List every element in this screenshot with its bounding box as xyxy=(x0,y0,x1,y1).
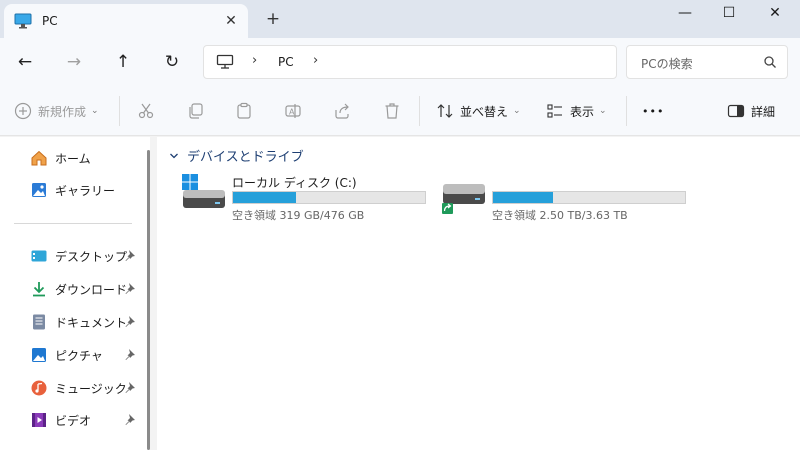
search-placeholder: PCの検索 xyxy=(641,57,693,71)
close-window-button[interactable]: ✕ xyxy=(752,0,798,28)
sidebar-item-label: ギャラリー xyxy=(55,183,116,198)
chevron-down-icon: ⌄ xyxy=(513,106,521,116)
search-box[interactable]: PCの検索 xyxy=(626,45,788,79)
command-bar: 新規作成 ⌄ A 並べ替え ⌄ 表示 ⌄ ••• 詳細 xyxy=(0,86,800,136)
sidebar-item-label: ミュージック xyxy=(55,381,127,396)
windows-drive-icon xyxy=(182,174,225,208)
tab-close-button[interactable]: ✕ xyxy=(220,10,242,32)
sidebar-item-videos[interactable]: ビデオ xyxy=(30,409,142,431)
divider xyxy=(119,96,120,126)
monitor-icon xyxy=(14,13,32,29)
chevron-down-icon xyxy=(170,153,178,158)
desktop-icon xyxy=(31,250,47,262)
view-icon xyxy=(547,104,562,118)
sidebar-item-label: デスクトップ xyxy=(55,249,128,264)
breadcrumb-pc[interactable]: PC xyxy=(278,55,294,69)
drive-free-space: 空き領域 2.50 TB/3.63 TB xyxy=(492,209,628,222)
details-button[interactable]: 詳細 xyxy=(727,101,775,121)
sidebar-item-label: ダウンロード xyxy=(55,282,128,297)
content-pane: デバイスとドライブ ローカル ディスク (C:) 空き領域 319 GB/476… xyxy=(157,137,800,450)
video-icon xyxy=(32,413,46,427)
sidebar-divider xyxy=(14,223,132,224)
sort-button[interactable]: 並べ替え ⌄ xyxy=(436,101,521,121)
document-icon xyxy=(33,314,45,330)
rename-icon[interactable]: A xyxy=(284,101,302,121)
svg-text:A: A xyxy=(289,108,295,117)
title-bar: PC ✕ + — ☐ ✕ xyxy=(0,0,800,38)
sidebar-item-downloads[interactable]: ダウンロード xyxy=(30,278,142,300)
drive-usage-bar xyxy=(492,191,686,204)
pin-icon[interactable] xyxy=(124,249,136,261)
drive-item-2[interactable]: 空き領域 2.50 TB/3.63 TB xyxy=(441,174,691,224)
divider xyxy=(626,96,627,126)
download-icon xyxy=(33,282,45,297)
sidebar-item-music[interactable]: ミュージック xyxy=(30,377,142,399)
pc-icon xyxy=(216,54,234,69)
search-icon xyxy=(764,56,776,68)
drive-free-space: 空き領域 319 GB/476 GB xyxy=(232,209,365,222)
tab-pc[interactable]: PC ✕ xyxy=(4,4,248,38)
hard-drive-icon xyxy=(442,184,485,214)
drive-usage-fill xyxy=(233,192,297,203)
back-button[interactable]: ← xyxy=(13,50,37,74)
pictures-icon xyxy=(32,348,46,362)
minimize-button[interactable]: — xyxy=(662,0,708,28)
sidebar-item-label: ドキュメント xyxy=(55,315,128,330)
sidebar-item-home[interactable]: ホーム xyxy=(30,147,142,169)
drive-usage-bar xyxy=(232,191,426,204)
sidebar-item-documents[interactable]: ドキュメント xyxy=(30,311,142,333)
drive-usage-fill xyxy=(493,192,553,203)
maximize-button[interactable]: ☐ xyxy=(706,0,752,28)
group-header-devices[interactable]: デバイスとドライブ xyxy=(169,146,304,165)
details-pane-icon xyxy=(727,104,745,118)
gallery-icon xyxy=(32,183,46,197)
plus-circle-icon xyxy=(14,102,32,120)
pin-icon[interactable] xyxy=(124,282,136,294)
drive-item-c[interactable]: ローカル ディスク (C:) 空き領域 319 GB/476 GB xyxy=(181,174,431,224)
view-button[interactable]: 表示 ⌄ xyxy=(546,101,607,121)
sidebar-item-gallery[interactable]: ギャラリー xyxy=(30,179,142,201)
refresh-button[interactable]: ↻ xyxy=(160,50,184,74)
sidebar-item-label: ピクチャ xyxy=(55,348,103,363)
new-button[interactable]: 新規作成 ⌄ xyxy=(14,101,99,121)
cut-icon[interactable] xyxy=(137,101,155,121)
pin-icon[interactable] xyxy=(124,413,136,425)
sort-icon xyxy=(437,104,453,118)
navigation-bar: ← → ↑ ↻ › PC › PCの検索 xyxy=(0,38,800,86)
pin-icon[interactable] xyxy=(124,381,136,393)
sidebar-item-desktop[interactable]: デスクトップ xyxy=(30,245,142,267)
breadcrumb-chevron[interactable]: › xyxy=(313,53,318,68)
sidebar-scrollbar[interactable] xyxy=(147,150,150,450)
breadcrumb-chevron[interactable]: › xyxy=(252,53,257,68)
view-label: 表示 xyxy=(570,104,595,119)
delete-icon[interactable] xyxy=(383,101,401,121)
divider xyxy=(419,96,420,126)
pin-icon[interactable] xyxy=(124,348,136,360)
home-icon xyxy=(31,150,47,166)
sort-label: 並べ替え xyxy=(460,104,509,119)
details-label: 詳細 xyxy=(751,104,776,119)
share-icon[interactable] xyxy=(333,101,351,121)
sidebar-item-label: ホーム xyxy=(55,151,91,166)
more-options-button[interactable]: ••• xyxy=(642,101,664,121)
new-tab-button[interactable]: + xyxy=(262,8,284,30)
address-bar[interactable]: › PC › xyxy=(203,45,617,79)
copy-icon[interactable] xyxy=(187,101,205,121)
tab-title: PC xyxy=(42,14,58,28)
navigation-pane: ホーム ギャラリー デスクトップ ダウンロード ドキュメント ピクチャ ミュージ… xyxy=(0,137,150,450)
paste-icon[interactable] xyxy=(235,101,253,121)
group-title: デバイスとドライブ xyxy=(187,150,304,165)
sidebar-item-pictures[interactable]: ピクチャ xyxy=(30,344,142,366)
sidebar-item-label: ビデオ xyxy=(55,413,92,428)
chevron-down-icon: ⌄ xyxy=(91,106,99,116)
drive-name: ローカル ディスク (C:) xyxy=(232,176,357,190)
music-icon xyxy=(31,380,47,396)
forward-button[interactable]: → xyxy=(62,50,86,74)
pin-icon[interactable] xyxy=(124,315,136,327)
up-button[interactable]: ↑ xyxy=(111,50,135,74)
new-label: 新規作成 xyxy=(38,104,87,119)
chevron-down-icon: ⌄ xyxy=(599,106,607,116)
